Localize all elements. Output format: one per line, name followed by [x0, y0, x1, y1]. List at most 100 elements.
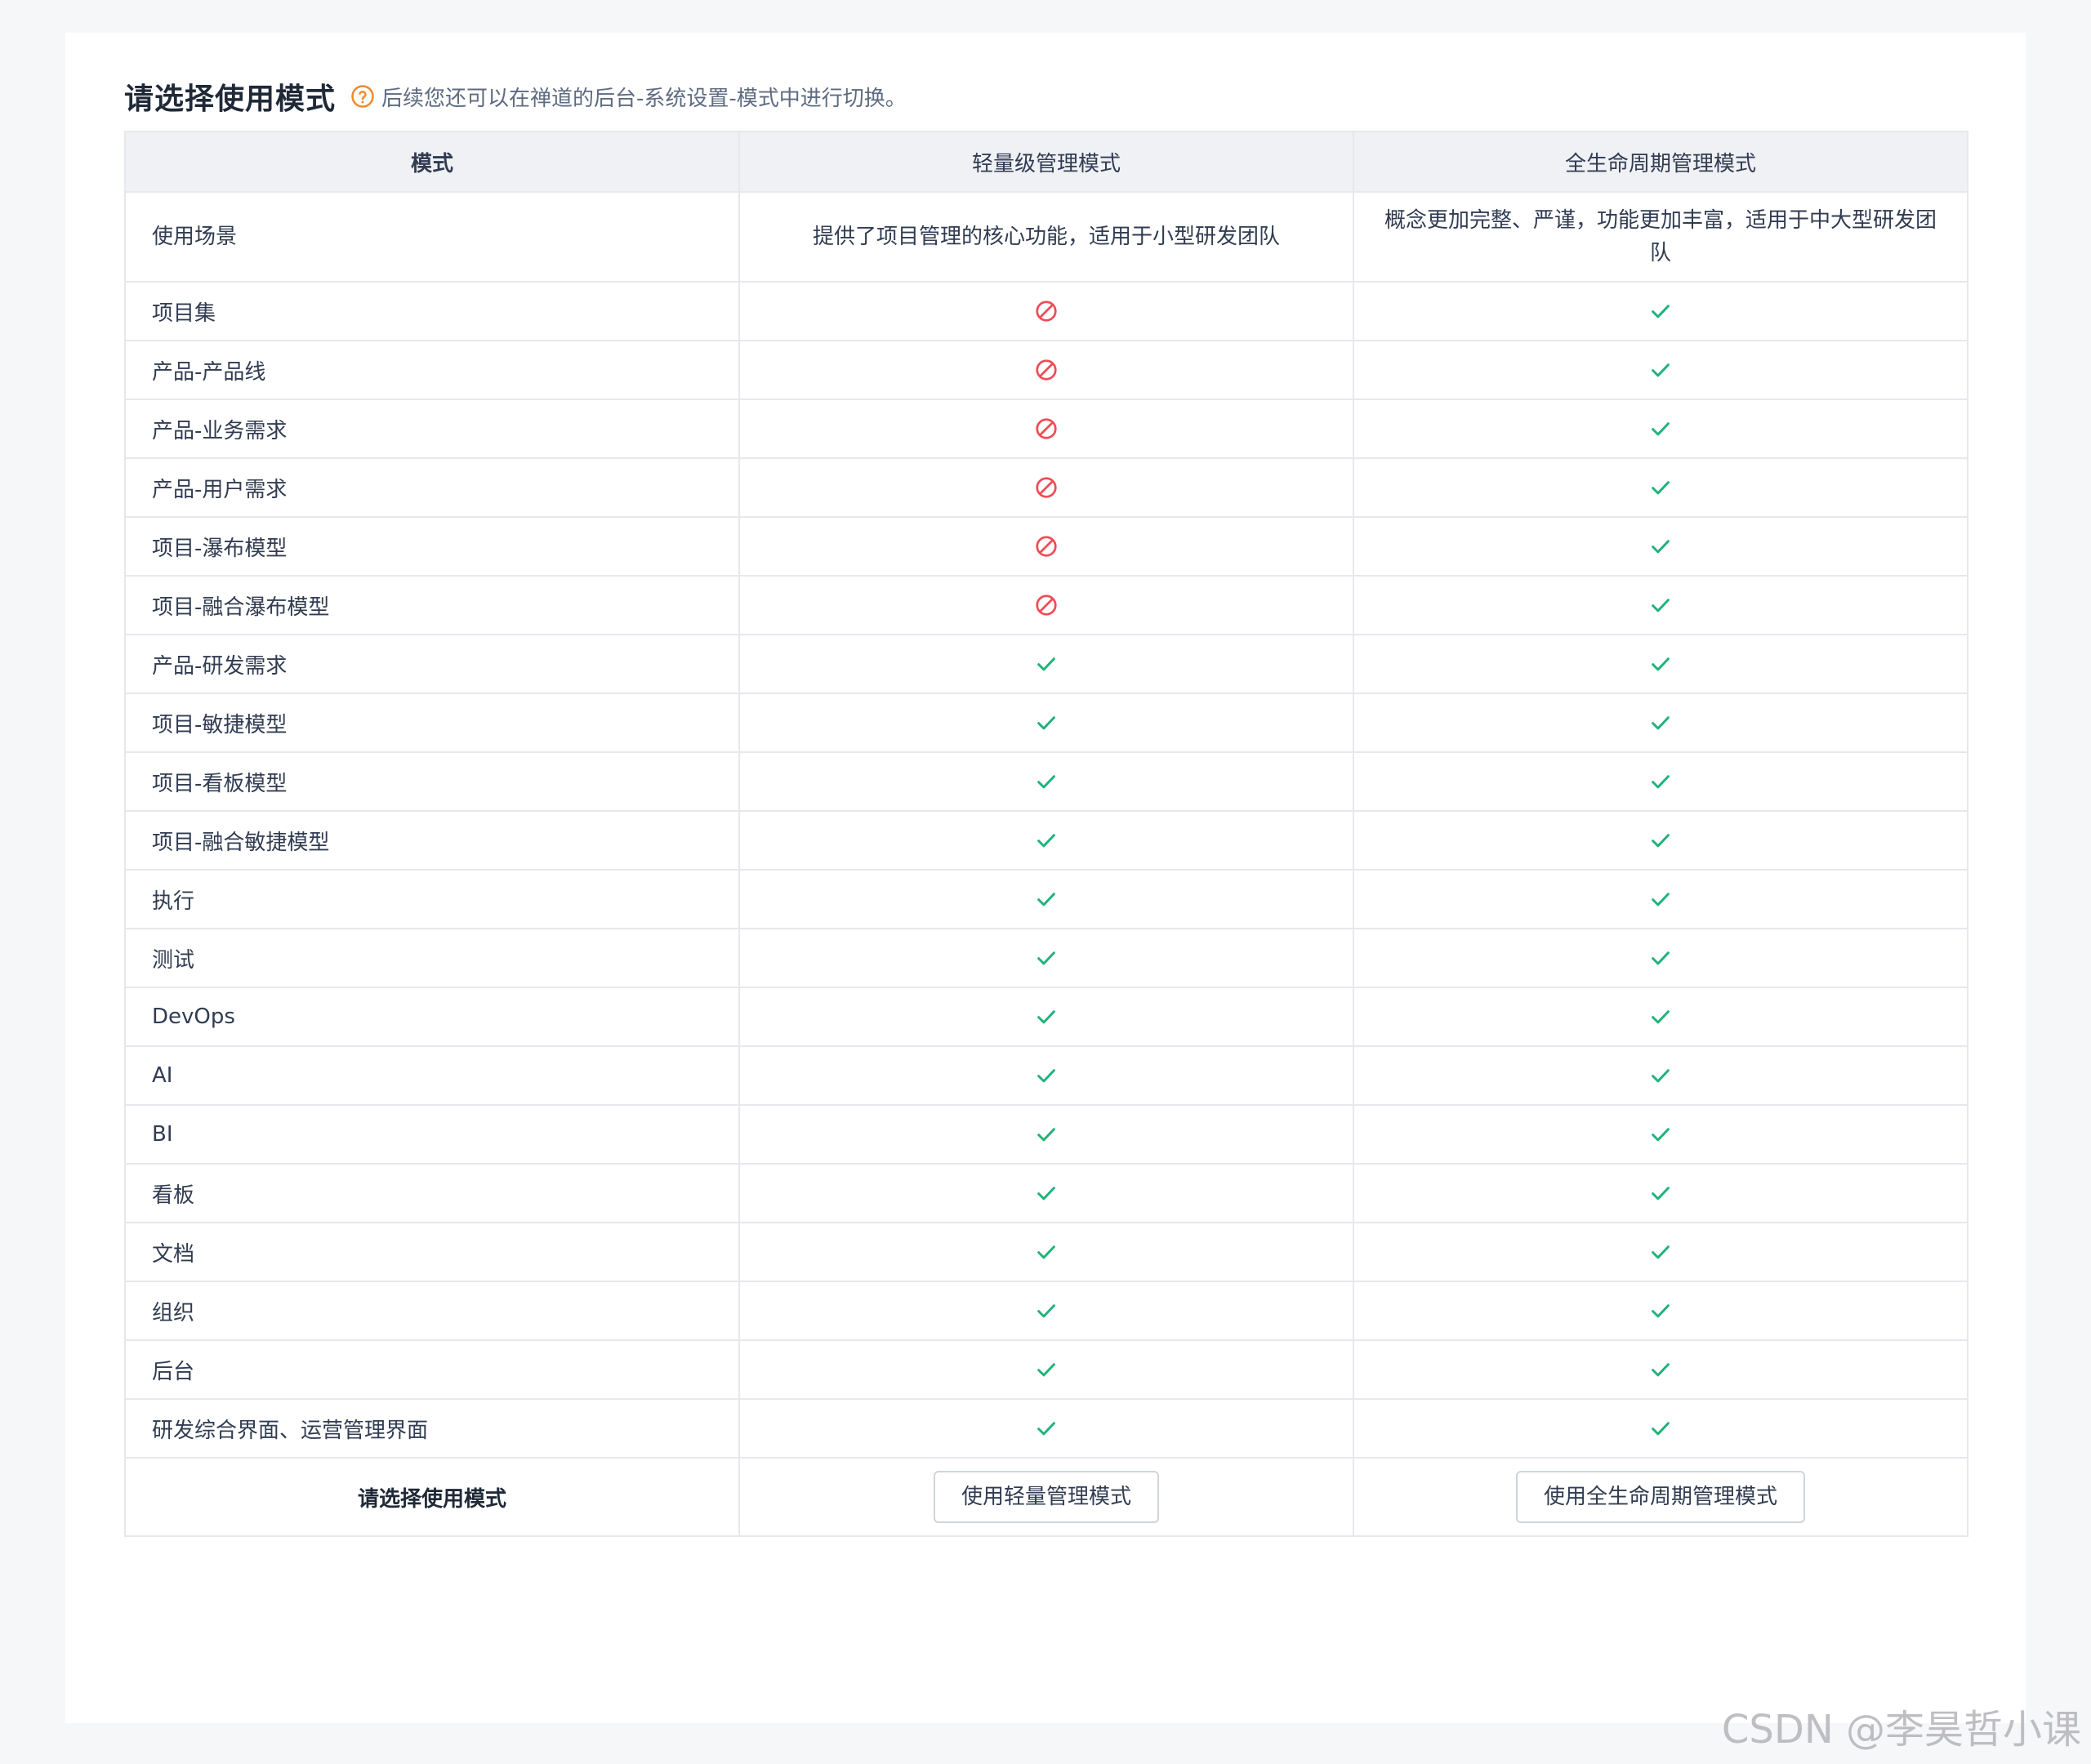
light-mode-support-cell — [738, 869, 1354, 929]
feature-label: 产品-研发需求 — [124, 634, 740, 694]
check-icon — [1648, 1122, 1673, 1147]
question-circle-icon[interactable] — [350, 84, 375, 109]
feature-label: 产品-产品线 — [124, 340, 740, 400]
csdn-watermark: CSDN @李昊哲小课 — [1721, 1707, 2081, 1753]
full-mode-support-cell — [1353, 1398, 1968, 1459]
check-icon — [1034, 887, 1059, 911]
light-mode-support-cell — [738, 281, 1354, 341]
check-icon — [1034, 1357, 1059, 1382]
table-row: DevOps — [124, 987, 1968, 1047]
light-mode-support-cell — [738, 575, 1354, 635]
table-row: 后台 — [124, 1339, 1968, 1400]
table-row: 产品-业务需求 — [124, 399, 1968, 459]
feature-label: 项目-融合瀑布模型 — [124, 575, 740, 635]
feature-label: BI — [124, 1104, 740, 1165]
feature-label: 组织 — [124, 1281, 740, 1341]
forbidden-icon — [1034, 475, 1059, 500]
feature-label: DevOps — [124, 987, 740, 1047]
switch-mode-tip: 后续您还可以在禅道的后台-系统设置-模式中进行切换。 — [381, 86, 907, 111]
table-row: 项目-融合瀑布模型 — [124, 575, 1968, 635]
feature-label: 研发综合界面、运营管理界面 — [124, 1398, 740, 1459]
check-icon — [1034, 769, 1059, 794]
page-title: 请选择使用模式 — [124, 82, 337, 116]
check-icon — [1034, 828, 1059, 853]
mode-selection-panel: 请选择使用模式 后续您还可以在禅道的后台-系统设置-模式中进行切换。 模式 轻量… — [65, 33, 2026, 1723]
check-icon — [1034, 1063, 1059, 1088]
choose-mode-label: 请选择使用模式 — [124, 1457, 740, 1537]
full-mode-support-cell — [1353, 634, 1968, 694]
check-icon — [1648, 534, 1673, 559]
feature-label: 产品-用户需求 — [124, 457, 740, 518]
table-row: 产品-研发需求 — [124, 634, 1968, 694]
table-header-row: 模式 轻量级管理模式 全生命周期管理模式 — [124, 131, 1968, 193]
use-light-mode-button[interactable]: 使用轻量管理模式 — [933, 1471, 1159, 1523]
check-icon — [1648, 1181, 1673, 1205]
check-icon — [1648, 769, 1673, 794]
check-icon — [1648, 1416, 1673, 1441]
forbidden-icon — [1034, 593, 1059, 617]
full-mode-support-cell — [1353, 1281, 1968, 1341]
feature-label: 项目-融合敏捷模型 — [124, 810, 740, 871]
feature-label: 项目-瀑布模型 — [124, 516, 740, 577]
table-row: 执行 — [124, 869, 1968, 929]
light-mode-support-cell — [738, 1104, 1354, 1165]
check-icon — [1034, 946, 1059, 970]
table-row: 文档 — [124, 1222, 1968, 1282]
check-icon — [1648, 475, 1673, 500]
full-mode-support-cell — [1353, 928, 1968, 988]
feature-label: 项目-看板模型 — [124, 751, 740, 812]
check-icon — [1648, 1063, 1673, 1088]
full-mode-support-cell — [1353, 1045, 1968, 1106]
table-row: 组织 — [124, 1281, 1968, 1341]
check-icon — [1034, 1004, 1059, 1029]
feature-label: 看板 — [124, 1163, 740, 1223]
light-mode-support-cell — [738, 928, 1354, 988]
table-row: BI — [124, 1104, 1968, 1165]
light-mode-support-cell — [738, 987, 1354, 1047]
full-mode-support-cell — [1353, 693, 1968, 753]
check-icon — [1648, 1240, 1673, 1264]
light-mode-support-cell — [738, 1398, 1354, 1459]
table-row: 产品-用户需求 — [124, 457, 1968, 518]
light-mode-support-cell — [738, 399, 1354, 459]
check-icon — [1648, 828, 1673, 853]
scenario-full-mode: 概念更加完整、严谨，功能更加丰富，适用于中大型研发团队 — [1353, 191, 1968, 283]
check-icon — [1648, 299, 1673, 323]
light-mode-support-cell — [738, 634, 1354, 694]
check-icon — [1648, 1004, 1673, 1029]
table-row: 项目-敏捷模型 — [124, 693, 1968, 753]
table-row: 项目-看板模型 — [124, 751, 1968, 812]
page-header: 请选择使用模式 后续您还可以在禅道的后台-系统设置-模式中进行切换。 — [124, 75, 907, 118]
light-mode-support-cell — [738, 516, 1354, 577]
forbidden-icon — [1034, 416, 1059, 441]
light-mode-support-cell — [738, 1281, 1354, 1341]
full-mode-support-cell — [1353, 751, 1968, 812]
light-mode-support-cell — [738, 693, 1354, 753]
feature-label: 文档 — [124, 1222, 740, 1282]
column-header-light-mode: 轻量级管理模式 — [738, 131, 1354, 193]
table-row: 项目-瀑布模型 — [124, 516, 1968, 577]
full-mode-support-cell — [1353, 516, 1968, 577]
check-icon — [1648, 1298, 1673, 1323]
check-icon — [1648, 416, 1673, 441]
table-row: 研发综合界面、运营管理界面 — [124, 1398, 1968, 1459]
table-row: 项目集 — [124, 281, 1968, 341]
feature-label: 测试 — [124, 928, 740, 988]
use-full-mode-button[interactable]: 使用全生命周期管理模式 — [1515, 1471, 1805, 1523]
check-icon — [1648, 358, 1673, 382]
column-header-full-mode: 全生命周期管理模式 — [1353, 131, 1968, 193]
check-icon — [1648, 887, 1673, 911]
light-mode-support-cell — [738, 1045, 1354, 1106]
mode-comparison-table: 模式 轻量级管理模式 全生命周期管理模式 使用场景 提供了项目管理的核心功能，适… — [124, 131, 1968, 1537]
check-icon — [1648, 593, 1673, 617]
column-header-mode: 模式 — [124, 131, 740, 193]
check-icon — [1034, 1298, 1059, 1323]
choose-mode-row: 请选择使用模式 使用轻量管理模式 使用全生命周期管理模式 — [124, 1457, 1968, 1537]
full-mode-support-cell — [1353, 987, 1968, 1047]
full-mode-support-cell — [1353, 575, 1968, 635]
check-icon — [1034, 1416, 1059, 1441]
full-mode-support-cell — [1353, 457, 1968, 518]
check-icon — [1648, 1357, 1673, 1382]
feature-label: 执行 — [124, 869, 740, 929]
check-icon — [1034, 710, 1059, 735]
